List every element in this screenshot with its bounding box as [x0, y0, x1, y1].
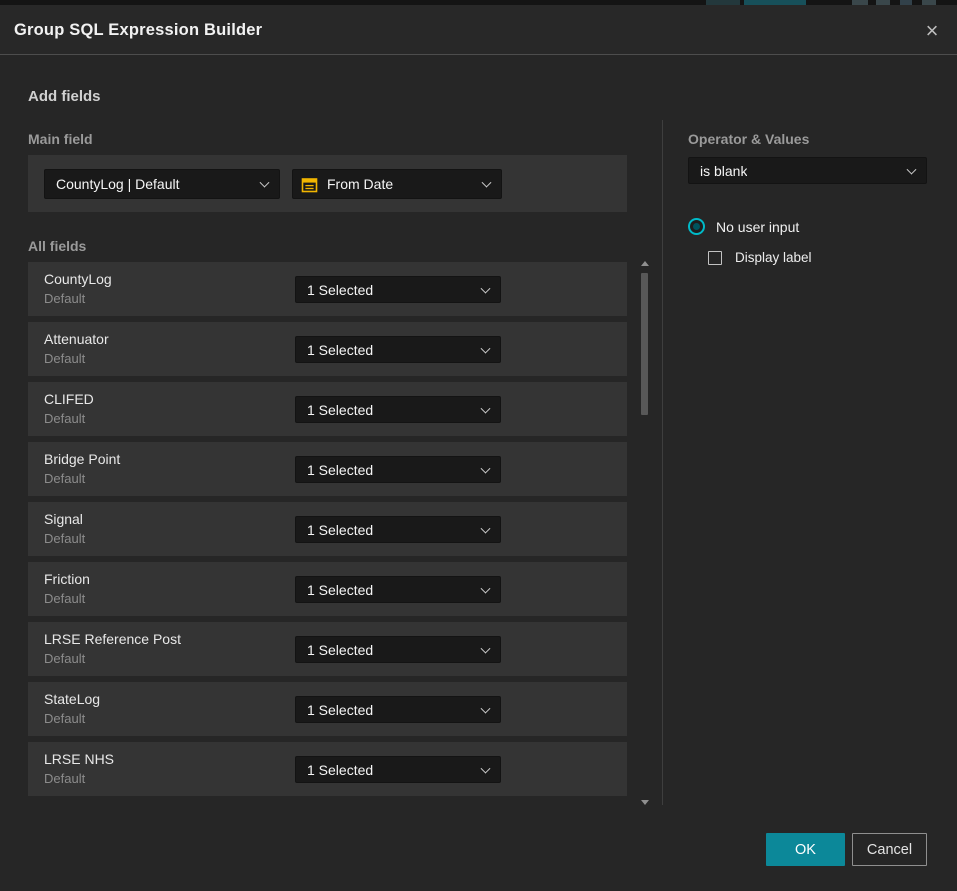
field-subtitle: Default: [44, 711, 85, 726]
field-selected-dropdown[interactable]: 1 Selected: [295, 756, 501, 783]
scrollbar-thumb[interactable]: [641, 273, 648, 415]
chevron-down-icon: [481, 463, 491, 473]
field-name: CLIFED: [44, 391, 94, 407]
field-name: LRSE NHS: [44, 751, 114, 767]
field-name: Bridge Point: [44, 451, 120, 467]
scrollbar-up-arrow-icon[interactable]: [641, 261, 649, 266]
field-row: Signal Default 1 Selected: [28, 502, 627, 556]
main-field-dropdown[interactable]: From Date: [292, 169, 502, 199]
field-selected-dropdown[interactable]: 1 Selected: [295, 576, 501, 603]
no-user-input-radio[interactable]: No user input: [688, 218, 799, 235]
field-row: CountyLog Default 1 Selected: [28, 262, 627, 316]
field-selected-dropdown-value: 1 Selected: [307, 702, 373, 718]
field-selected-dropdown-value: 1 Selected: [307, 462, 373, 478]
ok-button[interactable]: OK: [766, 833, 845, 866]
scrollbar-down-arrow-icon[interactable]: [641, 800, 649, 805]
radio-selected-icon: [688, 218, 705, 235]
chevron-down-icon: [481, 343, 491, 353]
display-label-label: Display label: [735, 250, 812, 265]
main-field-panel: CountyLog | Default From Date: [28, 155, 627, 212]
main-layer-dropdown-value: CountyLog | Default: [56, 176, 180, 192]
chevron-down-icon: [482, 178, 492, 188]
field-subtitle: Default: [44, 771, 85, 786]
no-user-input-label: No user input: [716, 219, 799, 235]
field-row: Friction Default 1 Selected: [28, 562, 627, 616]
chevron-down-icon: [907, 164, 917, 174]
field-selected-dropdown[interactable]: 1 Selected: [295, 336, 501, 363]
field-subtitle: Default: [44, 291, 85, 306]
chevron-down-icon: [481, 703, 491, 713]
chevron-down-icon: [481, 583, 491, 593]
operator-values-label: Operator & Values: [688, 131, 809, 147]
field-subtitle: Default: [44, 411, 85, 426]
main-field-label: Main field: [28, 131, 93, 147]
field-selected-dropdown-value: 1 Selected: [307, 762, 373, 778]
field-selected-dropdown-value: 1 Selected: [307, 522, 373, 538]
column-divider: [662, 120, 663, 805]
field-selected-dropdown-value: 1 Selected: [307, 342, 373, 358]
field-subtitle: Default: [44, 651, 85, 666]
chevron-down-icon: [260, 178, 270, 188]
field-selected-dropdown-value: 1 Selected: [307, 582, 373, 598]
field-row: LRSE Reference Post Default 1 Selected: [28, 622, 627, 676]
field-row: LRSE NHS Default 1 Selected: [28, 742, 627, 796]
operator-dropdown-value: is blank: [700, 163, 747, 179]
chevron-down-icon: [481, 643, 491, 653]
field-selected-dropdown[interactable]: 1 Selected: [295, 276, 501, 303]
close-icon[interactable]: ×: [919, 18, 945, 44]
field-selected-dropdown[interactable]: 1 Selected: [295, 696, 501, 723]
field-selected-dropdown[interactable]: 1 Selected: [295, 396, 501, 423]
field-row: CLIFED Default 1 Selected: [28, 382, 627, 436]
field-subtitle: Default: [44, 471, 85, 486]
calendar-icon: [301, 176, 318, 193]
add-fields-heading: Add fields: [28, 88, 101, 105]
field-name: Signal: [44, 511, 83, 527]
display-label-checkbox[interactable]: Display label: [708, 250, 812, 265]
field-subtitle: Default: [44, 531, 85, 546]
list-scrollbar[interactable]: [640, 258, 650, 808]
field-selected-dropdown-value: 1 Selected: [307, 402, 373, 418]
dialog-header: Group SQL Expression Builder ×: [0, 5, 957, 55]
chevron-down-icon: [481, 523, 491, 533]
group-sql-expression-builder-dialog: Group SQL Expression Builder × Add field…: [0, 5, 957, 891]
field-name: Attenuator: [44, 331, 109, 347]
chevron-down-icon: [481, 763, 491, 773]
operator-dropdown[interactable]: is blank: [688, 157, 927, 184]
field-subtitle: Default: [44, 591, 85, 606]
field-selected-dropdown-value: 1 Selected: [307, 642, 373, 658]
field-selected-dropdown[interactable]: 1 Selected: [295, 456, 501, 483]
main-layer-dropdown[interactable]: CountyLog | Default: [44, 169, 280, 199]
dialog-title: Group SQL Expression Builder: [14, 5, 262, 55]
field-row: StateLog Default 1 Selected: [28, 682, 627, 736]
main-field-dropdown-value: From Date: [327, 176, 393, 192]
field-selected-dropdown[interactable]: 1 Selected: [295, 636, 501, 663]
chevron-down-icon: [481, 283, 491, 293]
field-selected-dropdown-value: 1 Selected: [307, 282, 373, 298]
chevron-down-icon: [481, 403, 491, 413]
field-subtitle: Default: [44, 351, 85, 366]
field-row: Attenuator Default 1 Selected: [28, 322, 627, 376]
field-name: StateLog: [44, 691, 100, 707]
field-name: CountyLog: [44, 271, 112, 287]
field-name: Friction: [44, 571, 90, 587]
all-fields-label: All fields: [28, 238, 86, 254]
field-row: Bridge Point Default 1 Selected: [28, 442, 627, 496]
all-fields-list: CountyLog Default 1 Selected Attenuator …: [28, 262, 627, 802]
field-name: LRSE Reference Post: [44, 631, 181, 647]
cancel-button[interactable]: Cancel: [852, 833, 927, 866]
field-selected-dropdown[interactable]: 1 Selected: [295, 516, 501, 543]
checkbox-unchecked-icon: [708, 251, 722, 265]
